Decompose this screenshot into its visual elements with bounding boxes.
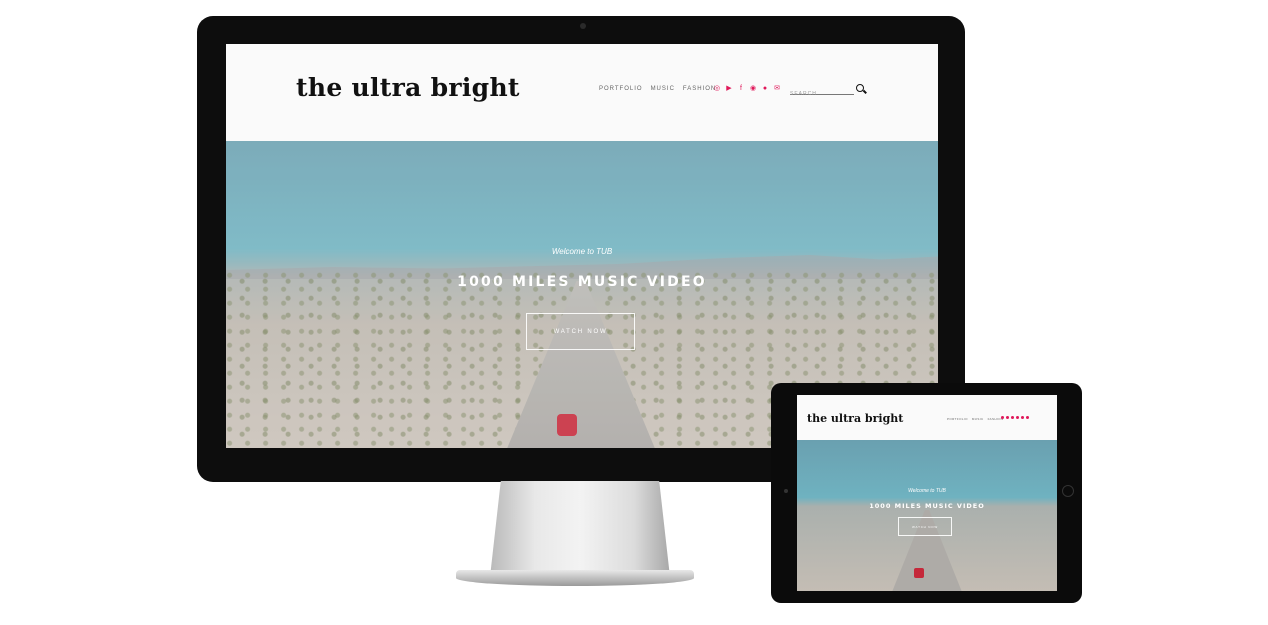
instagram-icon[interactable]: ◎	[713, 85, 721, 93]
youtube-icon[interactable]	[1006, 416, 1009, 419]
spotify-icon[interactable]: ◉	[749, 85, 757, 93]
nav-item-music[interactable]: MUSIC	[651, 86, 675, 92]
search-input[interactable]	[790, 91, 852, 97]
tablet-home-button	[1062, 485, 1074, 497]
monitor-base	[456, 570, 694, 586]
site-header: the ultra bright PORTFOLIO MUSIC FASHION…	[226, 44, 938, 141]
nav-item-portfolio[interactable]: PORTFOLIO	[599, 86, 643, 92]
tablet-device: the ultra bright PORTFOLIO MUSIC FASHION…	[771, 383, 1082, 603]
hero-subtitle: Welcome to TUB	[551, 247, 613, 256]
watch-now-button[interactable]: WATCH NOW	[526, 313, 635, 350]
email-icon[interactable]: ✉	[773, 85, 781, 93]
tablet-hero-car	[914, 568, 924, 578]
tablet-screen: the ultra bright PORTFOLIO MUSIC FASHION…	[797, 395, 1057, 591]
tablet-site-logo[interactable]: the ultra bright	[807, 412, 903, 425]
camera	[580, 23, 586, 29]
github-icon[interactable]	[1021, 416, 1024, 419]
search-field	[790, 82, 854, 97]
instagram-icon[interactable]	[1001, 416, 1004, 419]
tablet-social-links	[1001, 416, 1029, 419]
tablet-nav-item-music[interactable]: MUSIC	[972, 417, 984, 421]
github-icon[interactable]: ●	[761, 85, 769, 93]
tablet-main-nav: PORTFOLIO MUSIC FASHION	[947, 417, 1004, 421]
tablet-watch-now-button[interactable]: WATCH NOW	[898, 517, 952, 536]
youtube-icon[interactable]: ▶	[725, 85, 733, 93]
spotify-icon[interactable]	[1016, 416, 1019, 419]
tablet-camera	[784, 489, 788, 493]
tablet-site-header: the ultra bright PORTFOLIO MUSIC FASHION	[797, 395, 1057, 440]
site-logo[interactable]: the ultra bright	[296, 73, 520, 102]
tablet-hero-title: 1000 MILES MUSIC VIDEO	[869, 502, 985, 510]
social-links: ◎ ▶ f ◉ ● ✉	[713, 85, 781, 93]
email-icon[interactable]	[1026, 416, 1029, 419]
tablet-nav-item-portfolio[interactable]: PORTFOLIO	[947, 417, 968, 421]
facebook-icon[interactable]: f	[737, 85, 745, 93]
tablet-hero-banner: Welcome to TUB 1000 MILES MUSIC VIDEO WA…	[797, 440, 1057, 591]
nav-item-fashion[interactable]: FASHION	[683, 86, 716, 92]
tablet-hero-subtitle: Welcome to TUB	[908, 488, 946, 494]
hero-title: 1000 MILES MUSIC VIDEO	[457, 274, 707, 290]
search-icon[interactable]	[856, 84, 864, 92]
main-nav: PORTFOLIO MUSIC FASHION	[599, 86, 716, 92]
facebook-icon[interactable]	[1011, 416, 1014, 419]
monitor-stand	[490, 481, 670, 577]
